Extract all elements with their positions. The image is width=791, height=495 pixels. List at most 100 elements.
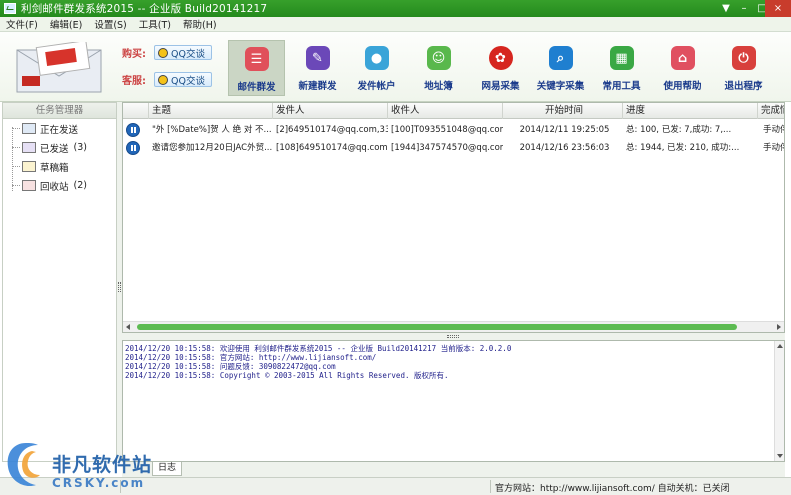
toolbar-new-send-button[interactable]: ✎ 新建群发	[289, 40, 346, 96]
log-line: 2014/12/20 10:15:58: 官方网站: http://www.li…	[125, 353, 377, 362]
menu-file[interactable]: 文件(F)	[0, 17, 44, 31]
buy-contact: 购买: QQ交谈	[122, 45, 212, 60]
task-manager-title: 任务管理器	[3, 103, 116, 119]
menu-bar: 文件(F) 编辑(E) 设置(S) 工具(T) 帮助(H)	[0, 17, 791, 32]
column-header-completion[interactable]: 完成情	[758, 103, 784, 119]
scroll-down-icon[interactable]	[777, 454, 783, 458]
watermark-sub: CRSKY.com	[52, 476, 146, 490]
table-header: 主题 发件人 收件人 开始时间 进度 完成情	[123, 103, 784, 119]
scroll-left-icon[interactable]	[126, 324, 130, 330]
column-header-sender[interactable]: 发件人	[273, 103, 388, 119]
pause-icon[interactable]	[126, 141, 140, 155]
service-qq-chat-button[interactable]: QQ交谈	[154, 72, 212, 87]
table-row[interactable]: "外 [%Date%]贺 人 绝 对 不... [2]649510174@qq.…	[123, 121, 784, 139]
table-row[interactable]: 邀请您参加12月20日JAC外贸... [108]649510174@qq.co…	[123, 139, 784, 157]
task-table: 主题 发件人 收件人 开始时间 进度 完成情 "外 [%Date%]贺 人 绝 …	[122, 102, 785, 333]
qq-penguin-icon	[158, 47, 168, 58]
tree-item-sent[interactable]: 已发送 (3)	[3, 138, 116, 157]
toolbar-label: 使用帮助	[663, 81, 702, 92]
toolbar-keyword-collect-button[interactable]: ⌕ 关键字采集	[532, 40, 589, 96]
log-line: 2014/12/20 10:15:58: Copyright © 2003-20…	[125, 371, 449, 380]
home-help-icon: ⌂	[670, 46, 695, 70]
vertical-scrollbar[interactable]	[774, 341, 784, 461]
cell-subject: "外 [%Date%]贺 人 绝 对 不...	[152, 125, 272, 135]
tree-item-drafts[interactable]: 草稿箱	[3, 157, 116, 176]
window-title: 利剑邮件群发系统2015 -- 企业版 Build20141217	[21, 3, 268, 15]
service-qq-label: QQ交谈	[171, 75, 205, 87]
tree-item-sending[interactable]: 正在发送	[3, 119, 116, 138]
toolbar-exit-button[interactable]: ⏻ 退出程序	[715, 40, 772, 96]
pause-icon[interactable]	[126, 123, 140, 137]
column-header-progress[interactable]: 进度	[623, 103, 758, 119]
toolbar-mass-mail-button[interactable]: ☰ 邮件群发	[228, 40, 285, 96]
scroll-right-icon[interactable]	[777, 324, 781, 330]
draft-icon	[22, 161, 36, 172]
service-contact: 客服: QQ交谈	[122, 72, 212, 87]
new-send-icon: ✎	[305, 46, 330, 70]
close-button[interactable]: ×	[765, 0, 791, 17]
buy-qq-chat-button[interactable]: QQ交谈	[154, 45, 212, 60]
toolbar-netease-collect-button[interactable]: ✿ 网易采集	[472, 40, 529, 96]
toolbar-sender-account-button[interactable]: ● 发件帐户	[348, 40, 405, 96]
cell-progress: 总: 1944, 已发: 210, 成功:...	[626, 143, 740, 153]
menu-edit[interactable]: 编辑(E)	[44, 17, 88, 31]
toolbox-icon: ▦	[609, 46, 634, 70]
title-bar: 利剑邮件群发系统2015 -- 企业版 Build20141217 ▼ – □ …	[0, 0, 791, 17]
toolbar-label: 地址簿	[424, 81, 453, 92]
toolbar-help-button[interactable]: ⌂ 使用帮助	[654, 40, 711, 96]
scrollbar-thumb[interactable]	[137, 324, 737, 330]
cell-start-time: 2014/12/16 23:56:03	[519, 143, 610, 153]
horizontal-splitter[interactable]	[122, 333, 785, 340]
qq-penguin-icon	[158, 74, 168, 85]
toolbar-label: 关键字采集	[536, 81, 585, 92]
log-panel: 2014/12/20 10:15:58: 欢迎使用 利剑邮件群发系统2015 -…	[122, 340, 785, 462]
cell-completion: 手动停	[763, 125, 784, 135]
cell-recipient: [100]T093551048@qq.com,38...	[391, 125, 503, 135]
menu-settings[interactable]: 设置(S)	[88, 17, 132, 31]
cell-progress: 总: 100, 已发: 7,成功: 7,...	[626, 125, 732, 135]
cell-completion: 手动停	[763, 143, 784, 153]
tree-item-label: 正在发送	[40, 124, 79, 136]
keyword-search-icon: ⌕	[548, 46, 573, 70]
envelope-logo-icon	[16, 42, 102, 93]
horizontal-scrollbar[interactable]	[123, 321, 784, 332]
toolbar-label: 新建群发	[298, 81, 337, 92]
toolbar-common-tools-button[interactable]: ▦ 常用工具	[593, 40, 650, 96]
log-line: 2014/12/20 10:15:58: 欢迎使用 利剑邮件群发系统2015 -…	[125, 344, 512, 353]
toolbar-address-book-button[interactable]: ☺ 地址簿	[410, 40, 467, 96]
cell-sender: [108]649510174@qq.com,12...	[276, 143, 388, 153]
task-manager-panel: 任务管理器 正在发送 已发送 (3) 草稿箱 回收站 (2)	[2, 102, 117, 462]
column-header-subject[interactable]: 主题	[149, 103, 273, 119]
menu-tools[interactable]: 工具(T)	[133, 17, 177, 31]
tree-item-label: 回收站	[40, 181, 69, 193]
toolbar-label: 邮件群发	[237, 82, 276, 93]
toolbar-label: 发件帐户	[357, 81, 396, 92]
tree-item-count: (3)	[73, 142, 87, 153]
mail-list-icon: ☰	[244, 47, 269, 71]
recycle-icon	[22, 180, 36, 191]
column-header-recipient[interactable]: 收件人	[388, 103, 503, 119]
cell-subject: 邀请您参加12月20日JAC外贸...	[152, 143, 273, 153]
toolbar-label: 网易采集	[481, 81, 520, 92]
tree-item-label: 草稿箱	[40, 162, 69, 174]
menu-help[interactable]: 帮助(H)	[177, 17, 223, 31]
toolbar-label: 常用工具	[602, 81, 641, 92]
minimize-button[interactable]: –	[735, 0, 753, 17]
column-header-start-time[interactable]: 开始时间	[503, 103, 623, 119]
netease-collect-icon: ✿	[488, 46, 513, 70]
crsky-logo-icon	[7, 443, 40, 487]
service-label: 客服:	[122, 76, 146, 87]
watermark-text: 非凡软件站	[52, 454, 153, 476]
tree-item-recycle-bin[interactable]: 回收站 (2)	[3, 176, 116, 195]
skin-menu-button[interactable]: ▼	[717, 0, 735, 17]
toolbar-label: 退出程序	[724, 81, 763, 92]
buy-qq-label: QQ交谈	[171, 48, 205, 60]
watermark: 非凡软件站 CRSKY.com	[2, 437, 160, 493]
log-line: 2014/12/20 10:15:58: 问题反馈: 3090822472@qq…	[125, 362, 336, 371]
app-icon	[4, 3, 16, 14]
column-header-status-icon[interactable]	[123, 103, 149, 119]
cell-start-time: 2014/12/11 19:25:05	[519, 125, 610, 135]
scroll-up-icon[interactable]	[777, 344, 783, 348]
task-tree: 正在发送 已发送 (3) 草稿箱 回收站 (2)	[3, 119, 116, 195]
buy-label: 购买:	[122, 49, 146, 60]
